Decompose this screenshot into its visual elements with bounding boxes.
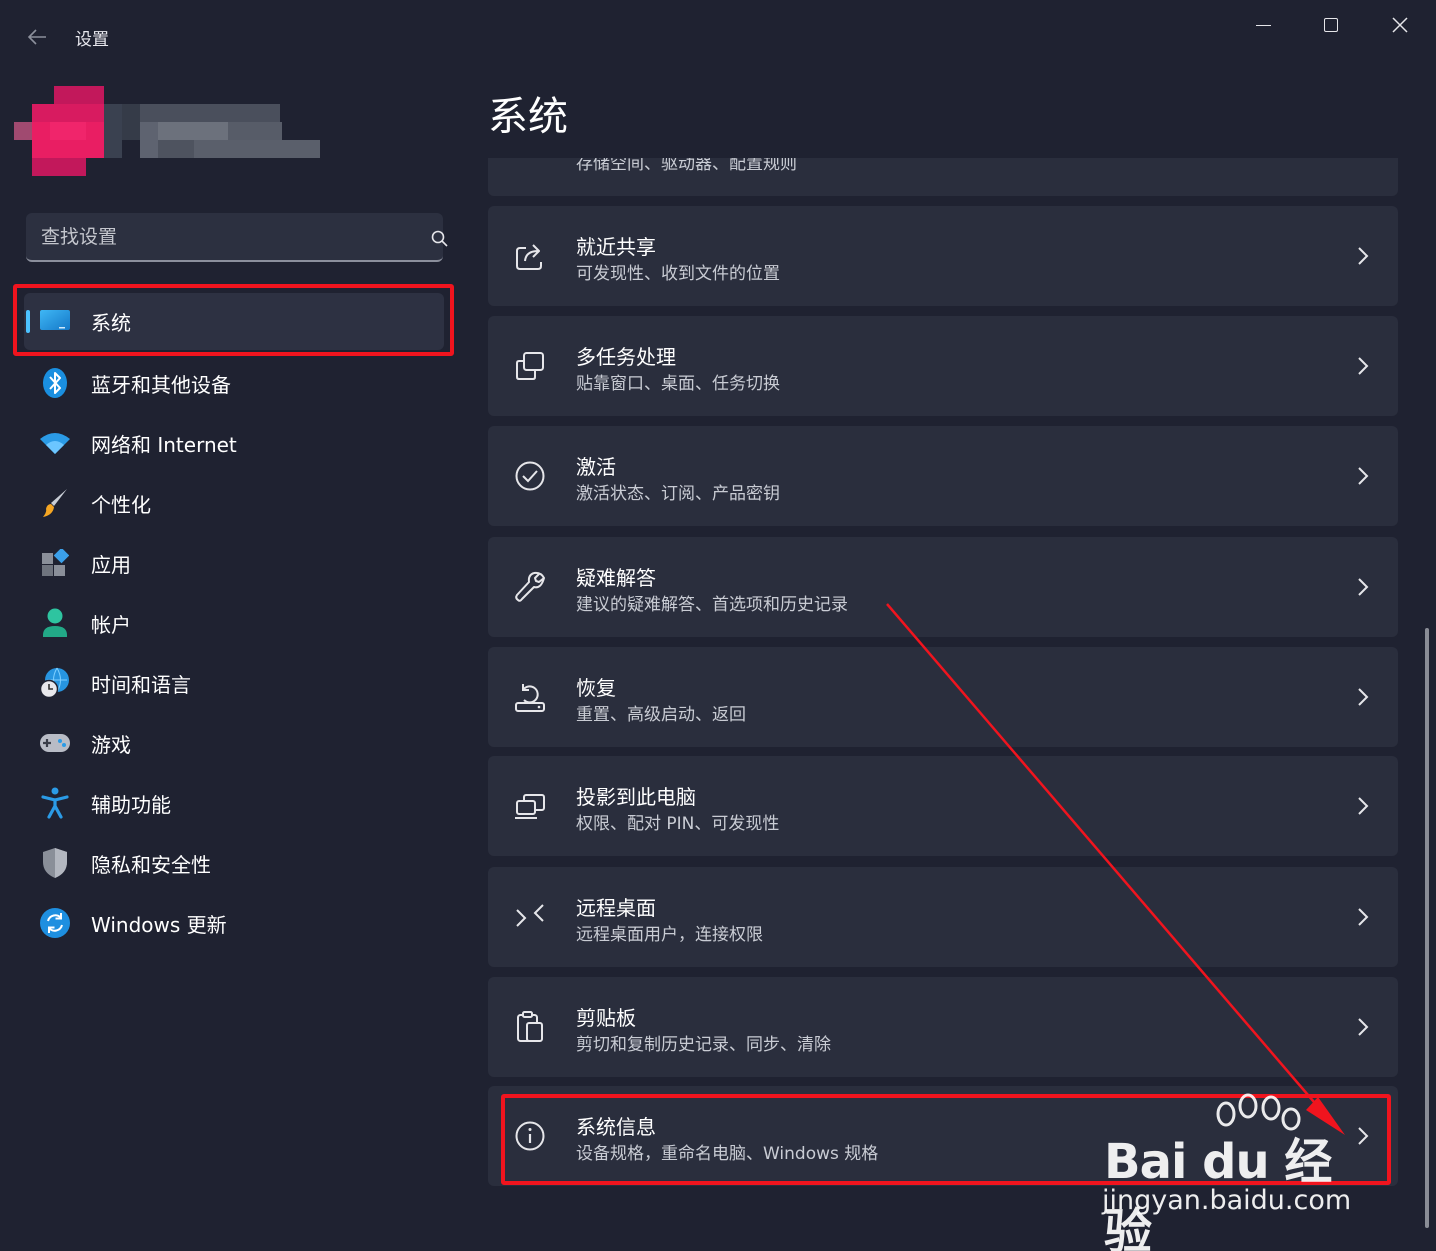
- sidebar-item-system[interactable]: 系统: [24, 293, 444, 350]
- scrollbar[interactable]: [1425, 628, 1429, 1228]
- share-icon: [516, 244, 542, 270]
- chevron-right-icon: [1358, 578, 1369, 596]
- card-subtitle: 重置、高级启动、返回: [576, 705, 746, 725]
- card-subtitle: 设备规格，重命名电脑、Windows 规格: [576, 1144, 879, 1164]
- about-card[interactable]: 系统信息 设备规格，重命名电脑、Windows 规格: [488, 1086, 1398, 1186]
- card-subtitle: 贴靠窗口、桌面、任务切换: [576, 374, 780, 394]
- recovery-card[interactable]: 恢复 重置、高级启动、返回: [488, 647, 1398, 747]
- title-bar: 设置: [0, 0, 1436, 72]
- recovery-icon: [515, 684, 545, 712]
- update-icon: [38, 906, 72, 940]
- bluetooth-icon: [38, 366, 72, 400]
- account-avatar[interactable]: [14, 86, 320, 176]
- monitor-icon: [38, 305, 72, 339]
- sidebar-item-label: 隐私和安全性: [91, 852, 211, 877]
- card-subtitle: 建议的疑难解答、首选项和历史记录: [576, 595, 848, 615]
- check-circle-icon: [515, 461, 545, 491]
- sidebar-item-apps[interactable]: 应用: [24, 533, 444, 593]
- back-button[interactable]: [22, 22, 52, 52]
- multitasking-card[interactable]: 多任务处理 贴靠窗口、桌面、任务切换: [488, 316, 1398, 416]
- remote-desktop-icon: [516, 904, 544, 927]
- card-subtitle: 可发现性、收到文件的位置: [576, 264, 780, 284]
- multitask-icon: [516, 352, 544, 380]
- sidebar-item-label: 系统: [91, 311, 131, 335]
- card-title: 系统信息: [576, 1115, 656, 1139]
- sidebar-item-label: 辅助功能: [91, 792, 171, 817]
- sidebar-item-label: 个性化: [91, 492, 151, 517]
- paintbrush-icon: [38, 486, 72, 520]
- settings-list: 存储空间、驱动器、配置规则 就近共享 可发现性、收到文件的位置 多任务处理 贴靠…: [488, 158, 1398, 1218]
- card-title: 恢复: [576, 676, 616, 700]
- person-icon: [38, 606, 72, 640]
- project-to-pc-card[interactable]: 投影到此电脑 权限、配对 PIN、可发现性: [488, 756, 1398, 856]
- card-title: 激活: [576, 455, 616, 479]
- card-title: 投影到此电脑: [576, 785, 696, 809]
- card-title: 多任务处理: [576, 345, 676, 369]
- activation-card[interactable]: 激活 激活状态、订阅、产品密钥: [488, 426, 1398, 526]
- nearby-sharing-card[interactable]: 就近共享 可发现性、收到文件的位置: [488, 206, 1398, 306]
- card-subtitle: 存储空间、驱动器、配置规则: [576, 158, 797, 174]
- sidebar-item-accessibility[interactable]: 辅助功能: [24, 773, 444, 833]
- card-subtitle: 远程桌面用户，连接权限: [576, 925, 763, 945]
- active-indicator: [26, 310, 30, 333]
- sidebar-item-time-language[interactable]: 时间和语言: [24, 653, 444, 713]
- card-subtitle: 权限、配对 PIN、可发现性: [576, 814, 780, 834]
- chevron-right-icon: [1358, 247, 1369, 265]
- chevron-right-icon: [1358, 467, 1369, 485]
- app-title: 设置: [75, 30, 109, 50]
- card-subtitle: 剪切和复制历史记录、同步、清除: [576, 1035, 831, 1055]
- sidebar-item-label: 网络和 Internet: [91, 432, 237, 457]
- search-input[interactable]: [26, 213, 396, 260]
- chevron-right-icon: [1358, 908, 1369, 926]
- chevron-right-icon: [1358, 797, 1369, 815]
- sidebar-item-label: 游戏: [91, 732, 131, 757]
- minimize-icon: [1255, 24, 1271, 26]
- sidebar-item-windows-update[interactable]: Windows 更新: [24, 893, 444, 953]
- card-title: 远程桌面: [576, 896, 656, 920]
- sidebar-item-label: 蓝牙和其他设备: [91, 372, 231, 397]
- maximize-button[interactable]: [1303, 8, 1359, 42]
- project-icon: [515, 794, 545, 819]
- sidebar-item-gaming[interactable]: 游戏: [24, 713, 444, 773]
- sidebar-item-network[interactable]: 网络和 Internet: [24, 413, 444, 473]
- sidebar-item-privacy[interactable]: 隐私和安全性: [24, 833, 444, 893]
- card-subtitle: 激活状态、订阅、产品密钥: [576, 484, 780, 504]
- clipboard-card[interactable]: 剪贴板 剪切和复制历史记录、同步、清除: [488, 977, 1398, 1077]
- search-icon[interactable]: [430, 229, 450, 249]
- chevron-right-icon: [1358, 357, 1369, 375]
- globe-clock-icon: [38, 666, 72, 700]
- close-button[interactable]: [1372, 8, 1428, 42]
- storage-card[interactable]: 存储空间、驱动器、配置规则: [488, 158, 1398, 196]
- remote-desktop-card[interactable]: 远程桌面 远程桌面用户，连接权限: [488, 867, 1398, 967]
- sidebar-item-accounts[interactable]: 帐户: [24, 593, 444, 653]
- card-title: 就近共享: [576, 235, 656, 259]
- accessibility-icon: [38, 786, 72, 820]
- chevron-right-icon: [1358, 1018, 1369, 1036]
- sidebar-nav: 系统 蓝牙和其他设备 网络和 Internet 个性化 应用 帐户 时间和语言 …: [24, 293, 444, 953]
- chevron-right-icon: [1358, 688, 1369, 706]
- sidebar-item-label: Windows 更新: [91, 912, 227, 937]
- chevron-right-icon: [1358, 1127, 1369, 1145]
- clipboard-icon: [517, 1011, 543, 1042]
- shield-icon: [38, 846, 72, 880]
- card-title: 剪贴板: [576, 1006, 636, 1030]
- minimize-button[interactable]: [1235, 8, 1291, 42]
- search-box[interactable]: [26, 213, 448, 262]
- sidebar-item-label: 帐户: [91, 612, 131, 637]
- sidebar-item-label: 应用: [91, 552, 131, 577]
- back-arrow-icon: [27, 29, 46, 45]
- page-title: 系统: [488, 94, 568, 140]
- wifi-icon: [38, 426, 72, 460]
- apps-icon: [38, 546, 72, 580]
- info-icon: [515, 1121, 545, 1151]
- sidebar-item-label: 时间和语言: [91, 672, 191, 697]
- sidebar-item-personalization[interactable]: 个性化: [24, 473, 444, 533]
- close-icon: [1392, 17, 1408, 33]
- gamepad-icon: [38, 726, 72, 760]
- sidebar-item-bluetooth[interactable]: 蓝牙和其他设备: [24, 353, 444, 413]
- troubleshoot-card[interactable]: 疑难解答 建议的疑难解答、首选项和历史记录: [488, 537, 1398, 637]
- maximize-icon: [1324, 18, 1338, 32]
- card-title: 疑难解答: [576, 566, 656, 590]
- wrench-icon: [515, 571, 545, 602]
